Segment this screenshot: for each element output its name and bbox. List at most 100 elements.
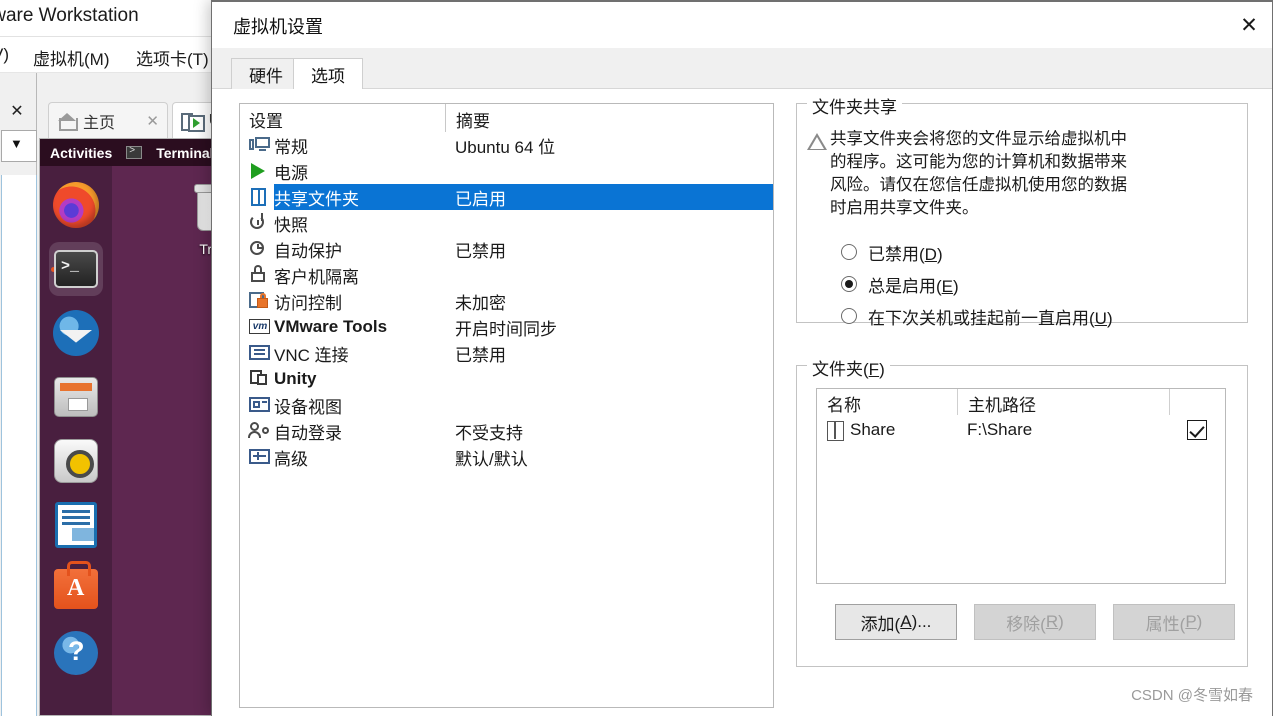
settings-row-access-control[interactable]: 访问控制 未加密 [240,288,773,314]
options-right-pane: 文件夹共享 共享文件夹会将您的文件显示给虚拟机中的程序。这可能为您的计算机和数据… [796,93,1248,667]
folder-host-path-cell: F:\Share [967,420,1033,439]
folder-name-cell: Share [817,420,957,441]
settings-row-unity[interactable]: Unity [240,366,773,392]
settings-row-summary: 默认/默认 [455,449,528,469]
dock-item-firefox[interactable] [49,178,103,232]
clock-icon [246,236,274,262]
column-header-host-path: 主机路径 [957,389,1169,415]
warning-row: 共享文件夹会将您的文件显示给虚拟机中的程序。这可能为您的计算机和数据带来风险。请… [807,128,1130,220]
settings-row-label: 快照 [274,215,308,235]
folders-group: 文件夹(F) 名称 主机路径 Share F:\Share 添加(A)...… [796,355,1248,667]
menu-view[interactable]: V) [0,45,9,65]
tab-home-close-icon[interactable]: ✕ [146,112,159,130]
files-icon [54,377,98,417]
library-sidebar: ✕ [0,73,37,716]
settings-row-general[interactable]: 常规 Ubuntu 64 位 [240,132,773,158]
vnc-icon [246,340,274,366]
settings-row-vnc[interactable]: VNC 连接 已禁用 [240,340,773,366]
radio-disabled-label: 已禁用(D) [868,244,943,264]
folder-name-label: Share [850,420,896,439]
radio-always-enabled-label: 总是启用(E) [868,276,959,296]
column-header-enabled [1169,389,1225,415]
add-button[interactable]: 添加(A)... [835,604,957,640]
settings-list-header: 设置 摘要 [240,104,773,132]
folder-sharing-legend: 文件夹共享 [807,93,902,118]
settings-row-guest-isolation[interactable]: 客户机隔离 [240,262,773,288]
tab-home[interactable]: 主页 ✕ [48,102,168,138]
dock-item-files[interactable] [49,370,103,424]
radio-always-enabled[interactable]: 总是启用(E) [841,268,1113,300]
advanced-graph-icon [246,444,274,470]
close-icon[interactable]: ✕ [1226,2,1272,48]
dock-item-terminal[interactable] [49,242,103,296]
dialog-tabrow: 硬件 选项 [212,48,1272,89]
settings-row-summary: 已启用 [455,189,506,209]
settings-row-label: Unity [274,369,317,388]
lock-icon [246,262,274,288]
dock-item-libreoffice-writer[interactable] [49,498,103,552]
settings-row-label: 自动保护 [274,241,342,261]
watermark: CSDN @冬雪如春 [1131,687,1253,704]
music-icon [54,439,98,483]
dock-item-thunderbird[interactable] [49,306,103,360]
settings-row-autologin[interactable]: 自动登录 不受支持 [240,418,773,444]
radio-disabled[interactable]: 已禁用(D) [841,236,1113,268]
folder-enabled-cell [1169,420,1225,440]
home-icon [57,112,78,131]
sharing-radio-group: 已禁用(D) 总是启用(E) 在下次关机或挂起前一直启用(U) [841,236,1113,332]
menu-tabs[interactable]: 选项卡(T) [136,45,209,70]
activities-button[interactable]: Activities [50,145,112,161]
menu-vm[interactable]: 虚拟机(M) [33,45,109,70]
settings-row-shared-folders[interactable]: 共享文件夹 已启用 [240,184,773,210]
power-play-icon [246,158,274,184]
device-view-icon [246,392,274,418]
radio-circle-icon [841,276,857,292]
vm-icon [181,112,205,132]
library-tree [1,175,37,716]
settings-row-label: 客户机隔离 [274,267,359,287]
tab-options[interactable]: 选项 [293,58,363,89]
tab-hardware[interactable]: 硬件 [231,58,301,89]
help-icon [54,631,98,675]
settings-row-summary: Ubuntu 64 位 [455,137,556,157]
radio-circle-icon [841,308,857,324]
folders-table[interactable]: 名称 主机路径 Share F:\Share [816,388,1226,584]
settings-row-autoprotect[interactable]: 自动保护 已禁用 [240,236,773,262]
settings-row-summary: 已禁用 [455,241,506,261]
settings-row-label: 自动登录 [274,423,342,443]
settings-list-rows: 常规 Ubuntu 64 位 电源 共享文件夹 已启用 快照 自动保护 已禁用 … [240,132,773,470]
terminal-icon [126,145,143,159]
radio-until-shutdown-label: 在下次关机或挂起前一直启用(U) [868,308,1113,328]
dialog-body: 设置 摘要 常规 Ubuntu 64 位 电源 共享文件夹 已启用 快照 自动保… [212,89,1272,716]
dock-item-help[interactable] [49,626,103,680]
snapshot-clock-icon [246,210,274,236]
terminal-icon [54,250,98,288]
settings-row-label: 访问控制 [274,293,342,313]
folder-enabled-checkbox[interactable] [1187,420,1207,440]
vmware-app-title: lware Workstation [0,5,139,26]
settings-row-label: 常规 [274,137,308,157]
dock-item-rhythmbox[interactable] [49,434,103,488]
software-bag-icon [54,561,98,609]
folder-sharing-group: 文件夹共享 共享文件夹会将您的文件显示给虚拟机中的程序。这可能为您的计算机和数据… [796,93,1248,328]
unity-windows-icon [246,366,274,392]
user-key-icon [246,418,274,444]
table-row[interactable]: Share F:\Share [817,415,1225,445]
settings-row-vmware-tools[interactable]: vm VMware Tools 开启时间同步 [240,314,773,340]
settings-row-device-view[interactable]: 设备视图 [240,392,773,418]
settings-row-snapshot[interactable]: 快照 [240,210,773,236]
radio-until-shutdown[interactable]: 在下次关机或挂起前一直启用(U) [841,300,1113,332]
thunderbird-icon [53,310,99,356]
topbar-app-name: Terminal [156,144,214,161]
settings-row-advanced[interactable]: 高级 默认/默认 [240,444,773,470]
library-close-icon[interactable]: ✕ [8,103,26,121]
firefox-icon [53,182,99,228]
settings-row-label: VMware Tools [274,317,388,336]
dock-item-ubuntu-software[interactable] [49,561,103,616]
settings-list[interactable]: 设置 摘要 常规 Ubuntu 64 位 电源 共享文件夹 已启用 快照 自动保… [239,103,774,708]
settings-row-summary: 未加密 [455,293,506,313]
remove-button: 移除(R) [974,604,1096,640]
vm-settings-dialog: 虚拟机设置 ✕ 硬件 选项 设置 摘要 常规 Ubuntu 64 位 电源 共享… [211,0,1273,716]
settings-row-power[interactable]: 电源 [240,158,773,184]
library-dropdown[interactable] [1,130,37,162]
